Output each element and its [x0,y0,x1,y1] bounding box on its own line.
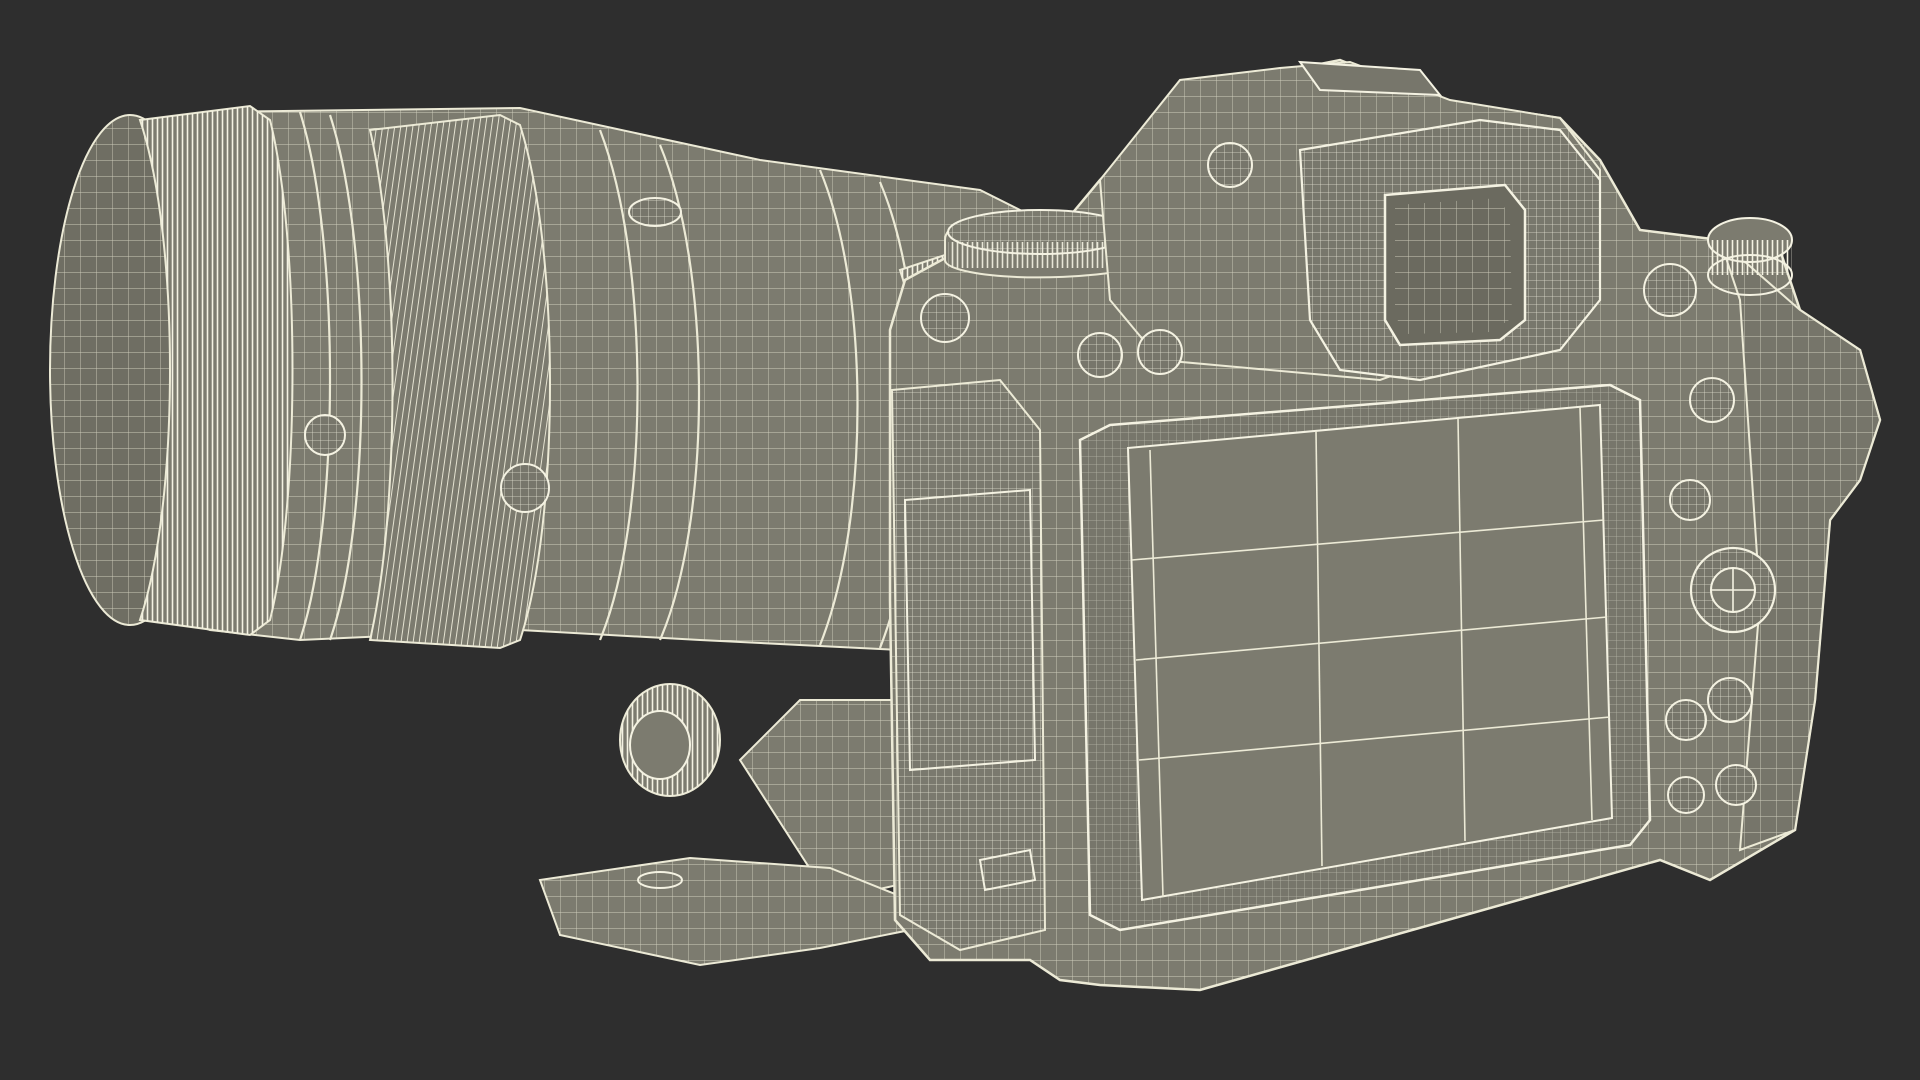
lcd-screen [1126,403,1614,902]
lens-control-button [304,414,346,456]
eyecup [1298,118,1602,382]
menu-button [1715,764,1757,806]
rear-dial-left [920,293,970,343]
ae-l-button [1643,263,1697,317]
sub-selector-button [1669,479,1711,521]
rear-lcd [1078,383,1652,932]
multi-selector [1689,546,1777,634]
playback-button [1667,776,1705,814]
af-on-button [1689,377,1735,423]
render-viewport [0,0,1920,1080]
ok-button [1707,677,1753,723]
fn-button-1 [1077,332,1123,378]
lens-af-switch [500,463,550,513]
hot-shoe [1297,60,1443,97]
collar-lock-knob [619,683,721,797]
wireframe-render [49,58,1882,992]
fn-button-2 [1137,329,1183,375]
info-button [1665,699,1707,741]
lens-index-dot [628,197,682,227]
rear-button-top [1207,142,1253,188]
camera-body [888,58,1882,992]
